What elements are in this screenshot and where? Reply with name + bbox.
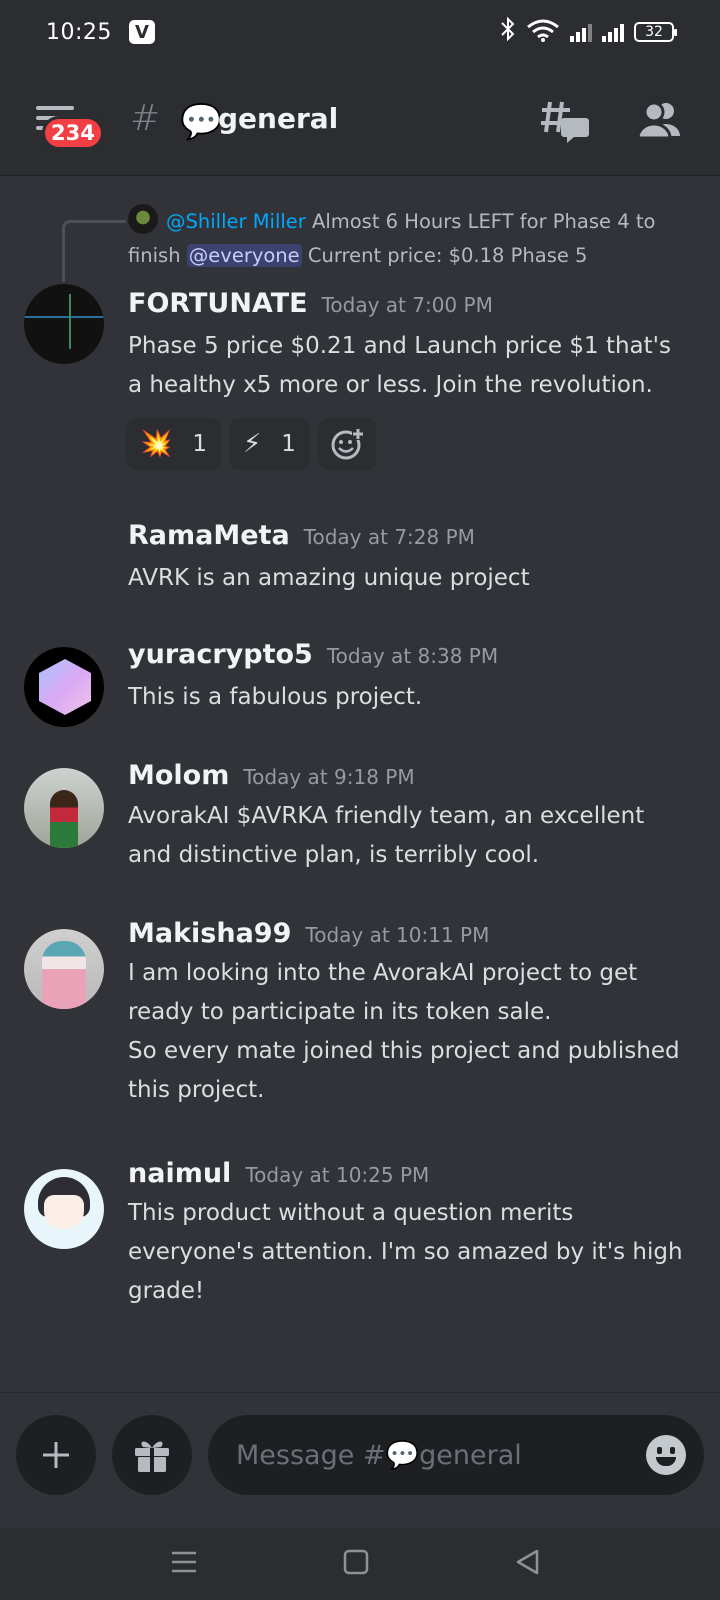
- wifi-icon: [526, 18, 560, 46]
- message-line: I am looking into the AvorakAI project t…: [128, 960, 638, 1025]
- notification-badge[interactable]: 234: [42, 116, 104, 150]
- message-line: So every mate joined this project and pu…: [128, 1038, 680, 1103]
- back-icon[interactable]: [510, 1546, 550, 1582]
- username[interactable]: yuracrypto5 Today at 8:38 PM: [128, 639, 498, 670]
- username[interactable]: naimul Today at 10:25 PM: [128, 1158, 429, 1189]
- username[interactable]: FORTUNATE Today at 7:00 PM: [128, 288, 493, 319]
- reply-connector: [62, 220, 126, 282]
- everyone-mention: @everyone: [186, 244, 302, 267]
- reaction-count: 1: [281, 431, 296, 457]
- message-body: This product without a question merits e…: [128, 1200, 683, 1304]
- home-icon[interactable]: [338, 1546, 378, 1582]
- message-body: Phase 5 price $0.21 and Launch price $1 …: [128, 333, 671, 398]
- username[interactable]: RamaMeta Today at 7:28 PM: [128, 520, 475, 551]
- add-reaction-button[interactable]: [317, 418, 376, 470]
- reply-preview[interactable]: @Shiller Miller Almost 6 Hours LEFT for …: [128, 205, 688, 273]
- speech-bubble-icon: 💬: [180, 102, 223, 142]
- collision-icon: 💥: [140, 429, 173, 459]
- message-composer: Message #💬general: [0, 1392, 720, 1528]
- avatar[interactable]: [24, 929, 104, 1009]
- status-time: 10:25: [46, 19, 112, 45]
- members-icon[interactable]: [636, 100, 682, 140]
- avatar[interactable]: [24, 768, 104, 848]
- timestamp: Today at 7:28 PM: [303, 525, 475, 549]
- reaction-count: 1: [192, 431, 208, 457]
- message-body: AvorakAI $AVRKA friendly team, an excell…: [128, 803, 645, 868]
- avatar[interactable]: [24, 647, 104, 727]
- message-body: I am looking into the AvorakAI project t…: [128, 954, 688, 1110]
- status-bar: 10:25 V 32: [0, 0, 720, 64]
- username[interactable]: Molom Today at 9:18 PM: [128, 760, 415, 791]
- plus-icon: [43, 1442, 69, 1468]
- add-attachment-button[interactable]: [16, 1415, 96, 1495]
- emoji-icon[interactable]: [646, 1435, 686, 1475]
- message-list[interactable]: @Shiller Miller Almost 6 Hours LEFT for …: [0, 177, 720, 1392]
- hash-icon: #: [130, 98, 161, 139]
- message-input-placeholder: Message #💬general: [236, 1440, 522, 1471]
- message-body: This is a fabulous project.: [128, 684, 423, 710]
- reply-mention[interactable]: @Shiller Miller: [166, 210, 306, 233]
- channel-header: 234 # 💬 general: [0, 64, 720, 176]
- system-navigation-bar: [0, 1528, 720, 1600]
- avatar[interactable]: [24, 1169, 104, 1249]
- timestamp: Today at 10:11 PM: [305, 923, 490, 947]
- reactions: 💥 1 ⚡ 1: [126, 418, 376, 470]
- reaction-collision[interactable]: 💥 1: [126, 418, 222, 470]
- timestamp: Today at 9:18 PM: [243, 765, 415, 789]
- reply-text-after: Current price: $0.18 Phase 5: [301, 244, 588, 267]
- timestamp: Today at 7:00 PM: [321, 293, 493, 317]
- battery-icon: 32: [634, 22, 677, 42]
- gift-icon: [135, 1441, 169, 1472]
- username[interactable]: Makisha99 Today at 10:11 PM: [128, 918, 489, 949]
- recent-apps-icon[interactable]: [166, 1546, 206, 1582]
- bluetooth-icon: [500, 16, 516, 47]
- timestamp: Today at 10:25 PM: [245, 1163, 430, 1187]
- gift-button[interactable]: [112, 1415, 192, 1495]
- channel-title[interactable]: general: [218, 102, 338, 135]
- lightning-icon: ⚡: [243, 429, 262, 459]
- add-reaction-icon: [331, 428, 364, 460]
- app-notification-icon: V: [128, 20, 155, 44]
- message-body: AVRK is an amazing unique project: [128, 565, 530, 591]
- signal-2-icon: [602, 22, 624, 42]
- timestamp: Today at 8:38 PM: [326, 644, 499, 668]
- reaction-lightning[interactable]: ⚡ 1: [229, 418, 310, 470]
- signal-1-icon: [570, 22, 592, 42]
- avatar[interactable]: [24, 284, 104, 364]
- message-input[interactable]: Message #💬general: [208, 1415, 704, 1495]
- threads-icon[interactable]: [540, 98, 590, 144]
